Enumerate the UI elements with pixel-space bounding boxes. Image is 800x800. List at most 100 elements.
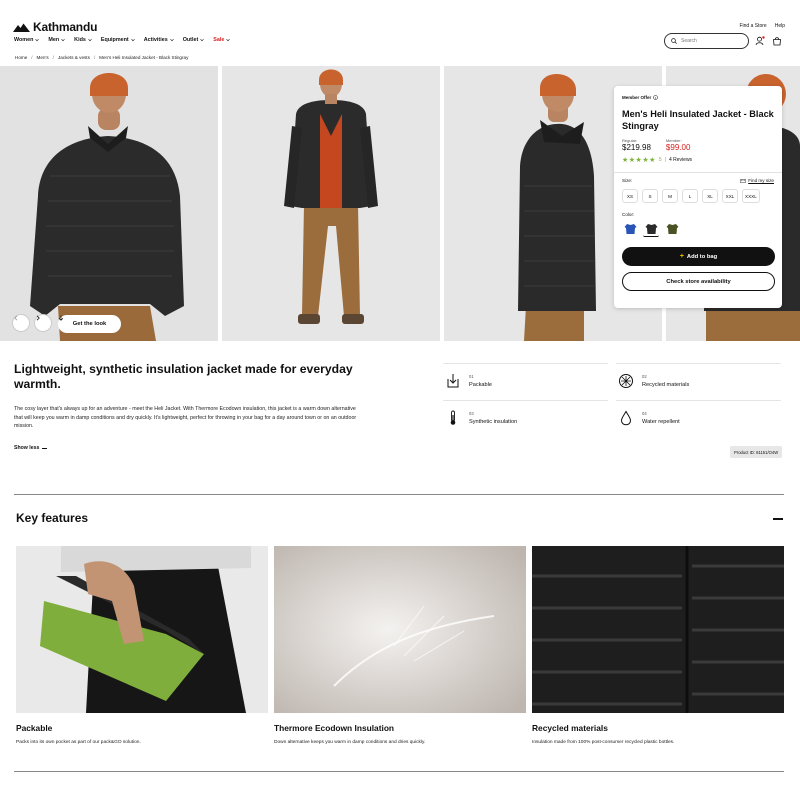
help-link[interactable]: Help [775, 23, 785, 29]
key-features-title: Key features [16, 511, 89, 525]
thermometer-icon [450, 410, 456, 425]
chevron-down-icon [169, 38, 174, 42]
plus-icon: + [679, 253, 684, 260]
find-my-size-link[interactable]: Find my size [740, 178, 774, 183]
color-label: Color: [622, 212, 635, 217]
gallery-prev-button[interactable] [12, 314, 30, 332]
feature-image-insulation [274, 546, 526, 713]
chevron-right-icon [36, 315, 40, 321]
size-label: Size: [622, 178, 633, 183]
nav-label: Kids [74, 37, 86, 43]
highlight-number: 03 [469, 410, 474, 416]
search-box[interactable] [664, 33, 749, 49]
breadcrumb: Home / Men's / Jackets & vests / Men's Heli… [15, 55, 188, 60]
feature-card-insulation: Thermore Ecodown Insulation Down alterna… [274, 546, 526, 745]
brand-logo[interactable]: Kathmandu [13, 20, 97, 34]
chevron-down-icon [61, 38, 65, 42]
jacket-black-icon [645, 223, 657, 234]
product-id-badge: Product ID: 81151/O4W [730, 446, 783, 458]
product-photo-full-front[interactable] [222, 66, 440, 341]
breadcrumb-item[interactable]: Men's [37, 55, 49, 60]
review-count[interactable]: 4 Reviews [669, 157, 692, 163]
star-rating-icon: ★★★★★ [622, 157, 656, 164]
feature-card-title: Packable [16, 723, 53, 733]
breadcrumb-item[interactable]: Home [15, 55, 27, 60]
highlight-number: 02 [642, 373, 647, 379]
main-nav: Women Men Kids Equipment Activities Outl… [14, 37, 231, 43]
brand-name: Kathmandu [33, 20, 98, 34]
recycled-icon [619, 373, 633, 388]
color-swatch-olive[interactable] [664, 221, 680, 237]
regular-price: $219.98 [622, 143, 651, 152]
chevron-left-icon [14, 315, 18, 321]
highlight-item: 04 Water repellent [616, 400, 781, 434]
jacket-blue-icon [624, 224, 636, 234]
shopping-bag-icon [773, 37, 781, 46]
price-block: Regular: $219.98 Member: $99.00 [622, 138, 774, 152]
product-title: Men's Heli Insulated Jacket - Black Stin… [622, 109, 774, 131]
nav-label: Women [14, 37, 34, 43]
add-to-bag-label: Add to bag [686, 253, 718, 260]
show-less-label: Show less [14, 445, 40, 451]
mountain-logo-icon [13, 23, 30, 32]
size-option-xxxl[interactable]: XXXL [742, 189, 760, 203]
product-photo-front-closeup[interactable]: Get the look [0, 66, 218, 341]
bag-button[interactable] [770, 34, 784, 48]
nav-label: Equipment [100, 37, 129, 43]
member-offer-label: Member Offer [622, 95, 652, 100]
key-features-collapse-icon[interactable] [773, 518, 783, 520]
size-option-xxl[interactable]: XXL [722, 189, 738, 203]
check-store-availability-button[interactable]: Check store availability [622, 272, 775, 291]
highlight-label: Packable [469, 381, 493, 388]
show-less-toggle[interactable]: Show less [14, 445, 48, 451]
nav-item-equipment[interactable]: Equipment [101, 37, 135, 43]
breadcrumb-item[interactable]: Jackets & vests [58, 55, 90, 60]
highlight-label: Water repellent [642, 418, 680, 425]
description-heading: Lightweight, synthetic insulation jacket… [14, 362, 353, 391]
nav-item-women[interactable]: Women [14, 37, 40, 43]
nav-item-sale[interactable]: Sale [213, 37, 231, 43]
highlight-label: Recycled materials [642, 381, 690, 388]
rating-summary[interactable]: ★★★★★ 5 | 4 Reviews [622, 156, 774, 164]
info-icon[interactable] [653, 95, 659, 100]
search-icon [671, 38, 677, 44]
add-to-bag-button[interactable]: + Add to bag [622, 247, 775, 266]
highlight-item: 03 Synthetic insulation [443, 400, 608, 434]
color-swatch-blue[interactable] [622, 221, 638, 237]
jacket-olive-icon [666, 224, 678, 234]
breadcrumb-current: Men's Heli Insulated Jacket - Black Stin… [99, 55, 189, 60]
get-the-look-label: Get the look [72, 321, 107, 327]
get-the-look-button[interactable]: Get the look [58, 315, 121, 333]
feature-card-text: Down alternative keeps you warm in damp … [274, 740, 426, 745]
find-store-link[interactable]: Find a Store [739, 23, 766, 29]
size-option-s[interactable]: S [642, 189, 658, 203]
size-option-xl[interactable]: XL [702, 189, 718, 203]
color-swatch-black-stingray[interactable] [643, 221, 659, 237]
highlight-number: 04 [642, 410, 647, 416]
gallery-next-button[interactable] [34, 314, 52, 332]
breadcrumb-separator: / [31, 55, 33, 60]
chevron-down-icon [130, 38, 135, 42]
rating-separator: | [664, 157, 666, 163]
feature-image-packable [16, 546, 268, 713]
feature-card-title: Thermore Ecodown Insulation [274, 723, 395, 733]
member-offer-badge: Member Offer [622, 95, 774, 100]
feature-image-recycled [532, 546, 784, 713]
nav-item-kids[interactable]: Kids [74, 37, 92, 43]
nav-label: Men [48, 37, 60, 43]
color-selector [622, 221, 774, 237]
size-option-l[interactable]: L [682, 189, 698, 203]
minus-icon [42, 447, 48, 449]
nav-item-outlet[interactable]: Outlet [183, 37, 205, 43]
chevron-down-icon [35, 38, 40, 42]
highlight-label: Synthetic insulation [469, 418, 518, 425]
size-option-m[interactable]: M [662, 189, 678, 203]
highlight-item: 01 Packable [443, 363, 608, 397]
search-input[interactable] [681, 38, 741, 44]
size-option-xs[interactable]: XS [622, 189, 638, 203]
nav-item-activities[interactable]: Activities [144, 37, 174, 43]
account-button[interactable] [753, 34, 767, 48]
nav-item-men[interactable]: Men [48, 37, 65, 43]
highlight-item: 02 Recycled materials [616, 363, 781, 397]
site-header: Kathmandu Find a Store Help Women Men Ki… [0, 0, 800, 56]
